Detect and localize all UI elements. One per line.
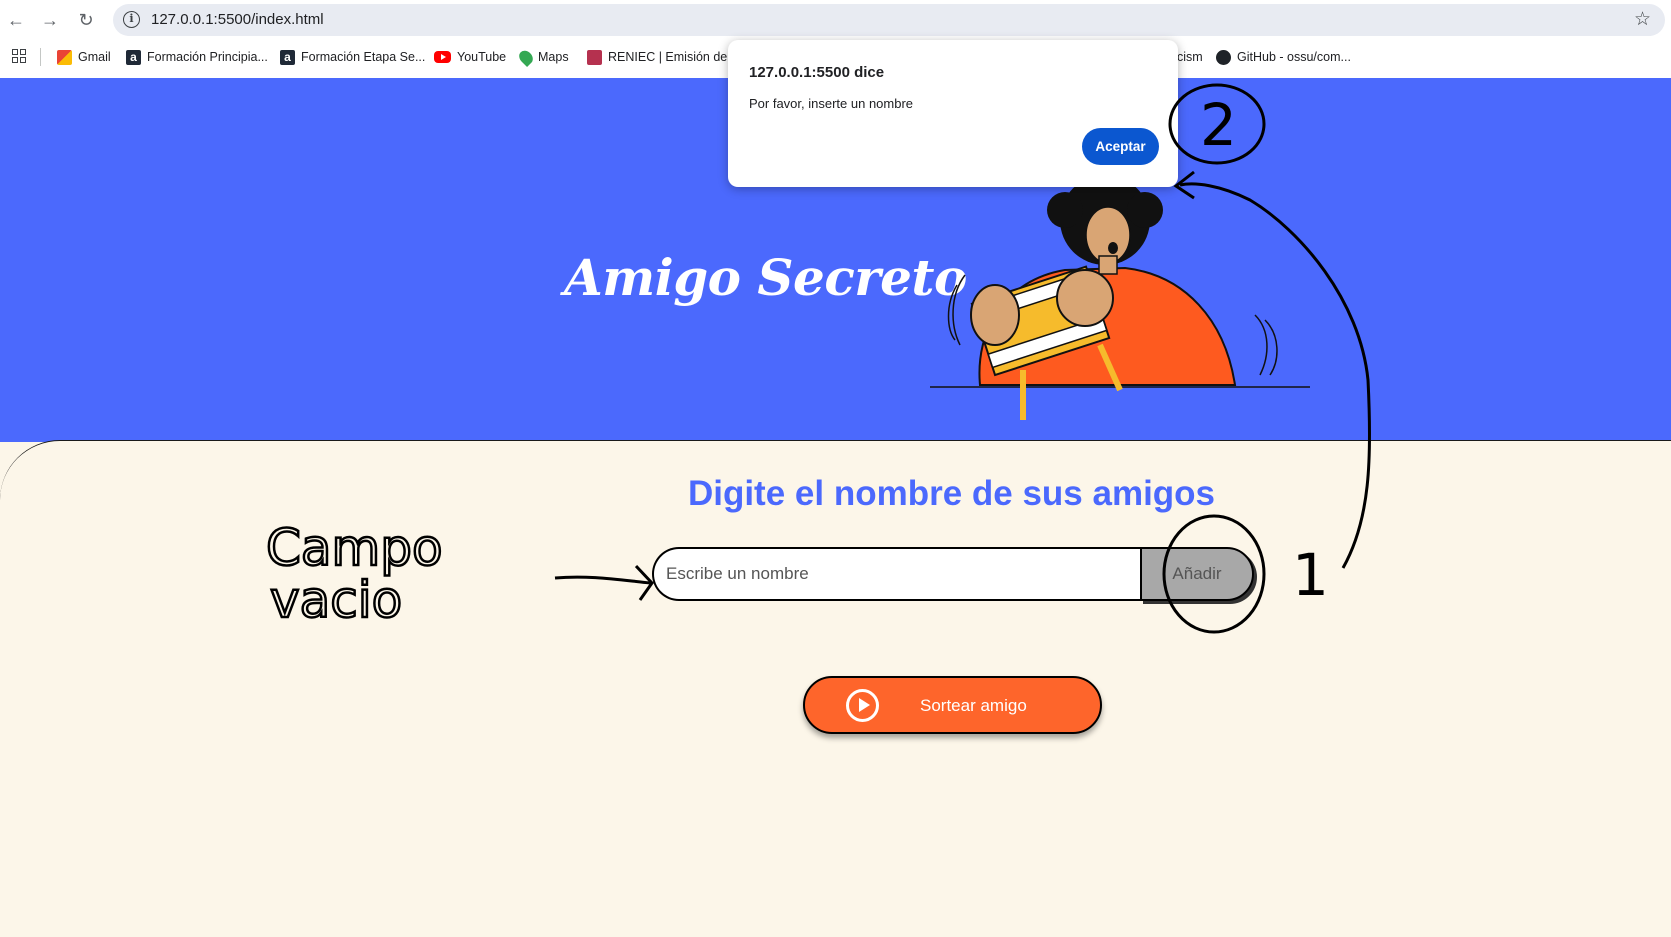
- bookmarks-divider: [40, 48, 41, 66]
- bookmark-github[interactable]: GitHub - ossu/com...: [1216, 48, 1351, 66]
- reniec-icon: [587, 49, 602, 65]
- github-icon: [1216, 49, 1231, 65]
- bookmark-formacion-etapa[interactable]: a Formación Etapa Se...: [280, 48, 425, 66]
- bookmark-label: Maps: [538, 50, 569, 64]
- section-title: Digite el nombre de sus amigos: [687, 474, 1216, 513]
- bookmark-reniec[interactable]: RENIEC | Emisión de...: [587, 48, 738, 66]
- youtube-icon: [434, 51, 451, 63]
- dialog-message: Por favor, inserte un nombre: [749, 96, 914, 111]
- alura-icon: a: [280, 49, 295, 65]
- name-input[interactable]: [652, 547, 1142, 601]
- reload-icon[interactable]: ↻: [74, 8, 98, 32]
- bookmark-label: Formación Etapa Se...: [301, 50, 426, 64]
- bookmark-maps[interactable]: Maps: [516, 47, 569, 67]
- bookmark-label: Gmail: [78, 50, 111, 64]
- bookmark-youtube[interactable]: YouTube: [434, 48, 506, 66]
- alura-icon: a: [126, 49, 141, 65]
- maps-pin-icon: [516, 47, 536, 67]
- bookmark-star-icon[interactable]: ☆: [1634, 8, 1651, 31]
- dialog-accept-button[interactable]: Aceptar: [1082, 128, 1159, 165]
- bookmark-formacion-principia[interactable]: a Formación Principia...: [126, 48, 268, 66]
- apps-grid-icon[interactable]: [12, 49, 26, 63]
- bookmark-label: RENIEC | Emisión de...: [608, 50, 738, 64]
- site-info-icon[interactable]: i: [123, 11, 140, 28]
- page-title: Amigo Secreto: [564, 248, 967, 307]
- alert-dialog: 127.0.0.1:5500 dice Por favor, inserte u…: [728, 40, 1178, 187]
- bookmark-gmail[interactable]: Gmail: [57, 48, 111, 66]
- add-button[interactable]: Añadir: [1140, 547, 1254, 601]
- bookmark-label: Formación Principia...: [147, 50, 268, 64]
- person-with-gift-illustration: [930, 180, 1310, 420]
- name-input-group: Añadir: [652, 547, 1254, 601]
- draw-friend-button[interactable]: Sortear amigo: [803, 676, 1102, 734]
- draw-friend-label: Sortear amigo: [920, 696, 1027, 715]
- forward-arrow-icon[interactable]: →: [38, 8, 62, 32]
- bookmark-cism[interactable]: cism: [1177, 48, 1203, 66]
- play-circle-icon: [846, 689, 879, 722]
- address-bar[interactable]: i 127.0.0.1:5500/index.html ☆: [113, 4, 1665, 36]
- gmail-icon: [57, 49, 72, 65]
- bookmark-label: GitHub - ossu/com...: [1237, 50, 1351, 64]
- bookmark-label: cism: [1177, 50, 1203, 64]
- dialog-title: 127.0.0.1:5500 dice: [749, 64, 885, 81]
- bookmark-label: YouTube: [457, 50, 507, 64]
- back-arrow-icon[interactable]: ←: [4, 8, 28, 32]
- address-url[interactable]: 127.0.0.1:5500/index.html: [151, 11, 324, 28]
